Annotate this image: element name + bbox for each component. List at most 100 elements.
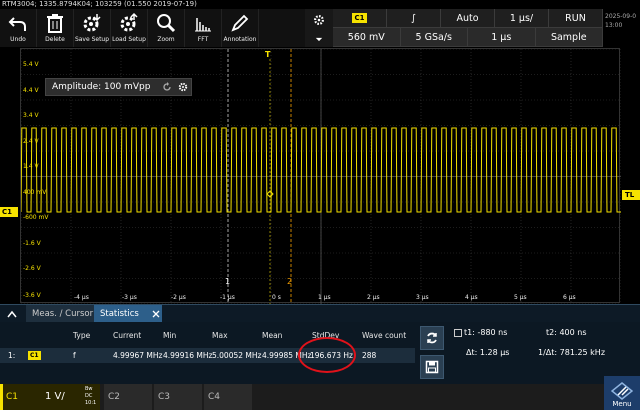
y-tick-label: -1.6 V	[23, 240, 41, 247]
statistics-panel: Type Current Min Max Mean StdDev Wave co…	[0, 322, 640, 384]
y-tick-label: 4.4 V	[23, 87, 39, 94]
y-tick-label: 3.4 V	[23, 112, 39, 119]
x-tick-label: 4 µs	[465, 294, 478, 301]
save-setup-button[interactable]: Save Setup	[74, 9, 111, 47]
trigger-mode[interactable]: Auto	[441, 9, 495, 28]
fft-label: FFT	[197, 36, 209, 43]
trash-icon	[47, 14, 63, 33]
acquisition-settings: C1 ∫ Auto 1 µs/ RUN 560 mV 5 GSa/s 1 µs …	[333, 9, 603, 47]
record-time[interactable]: 1 µs	[468, 28, 536, 47]
row-min: 4.99916 MHz	[163, 351, 213, 360]
y-tick-label: 2.4 V	[23, 138, 39, 145]
reset-icon[interactable]	[159, 82, 175, 92]
x-tick-label: 3 µs	[416, 294, 429, 301]
menu-button[interactable]: Menu	[604, 376, 640, 410]
run-state[interactable]: RUN	[549, 9, 603, 28]
reset-statistics-button[interactable]	[420, 326, 444, 350]
annotation-button[interactable]: Annotation	[222, 9, 259, 47]
header-title: RTM3004; 1335.8794K04; 103259 (01.550 20…	[2, 0, 197, 8]
undo-button[interactable]: Undo	[0, 9, 37, 47]
row-type: f	[73, 351, 76, 360]
c1-name: C1	[6, 392, 19, 402]
row-index: 1:	[8, 351, 16, 360]
gear-icon[interactable]	[175, 82, 191, 92]
cursor-t2: t2: 400 ns	[546, 328, 587, 337]
refresh-icon	[427, 332, 437, 344]
close-icon[interactable]	[150, 307, 162, 321]
channel-offset-marker[interactable]: C1	[0, 207, 18, 217]
y-tick-label: -600 mV	[23, 214, 49, 221]
row-max: 5.00052 MHz	[212, 351, 262, 360]
row-wave-count: 288	[362, 351, 377, 360]
save-statistics-button[interactable]	[420, 355, 444, 379]
trigger-slope[interactable]: ∫	[387, 9, 441, 28]
y-tick-label: 5.4 V	[23, 61, 39, 68]
load-setup-icon	[120, 12, 138, 32]
time-per-div[interactable]: 1 µs/	[495, 9, 549, 28]
x-tick-label: -4 µs	[74, 294, 89, 301]
x-tick-label: 2 µs	[367, 294, 380, 301]
c1-coupling: Bw DC 10:1	[85, 386, 97, 406]
fft-icon	[195, 18, 211, 32]
undo-label: Undo	[10, 36, 26, 43]
channel-c1-button[interactable]: C1 1 V/ Bw DC 10:1	[0, 384, 100, 410]
fft-button[interactable]: FFT	[185, 9, 222, 47]
channel-c3-button[interactable]: C3	[154, 384, 202, 410]
settings-gear-area	[305, 9, 333, 47]
y-tick-label: 1.4 V	[23, 163, 39, 170]
menu-label: Menu	[612, 400, 632, 408]
x-tick-label: 6 µs	[563, 294, 576, 301]
chevron-down-icon[interactable]	[315, 37, 323, 42]
load-setup-button[interactable]: Load Setup	[111, 9, 148, 47]
trigger-level-marker[interactable]: TL	[622, 190, 640, 200]
toolbar: Undo Delete Save Setup Load Setup Zoom F…	[0, 9, 305, 47]
zoom-button[interactable]: Zoom	[148, 9, 185, 47]
cursor-t1: t1: -880 ns	[464, 328, 508, 337]
tab-meas-cursor[interactable]: Meas. / Cursor	[26, 305, 94, 323]
trigger-source[interactable]: C1	[333, 9, 387, 28]
channel-bar: C1 1 V/ Bw DC 10:1 C2 C3 C4	[0, 384, 640, 410]
acquisition-mode[interactable]: Sample	[535, 28, 603, 47]
row-channel-badge: C1	[28, 351, 41, 360]
col-header-mean: Mean	[262, 331, 283, 340]
col-header-type: Type	[73, 331, 91, 340]
save-setup-icon	[83, 14, 101, 32]
stddev-highlight-annotation	[298, 337, 356, 373]
x-tick-label: 5 µs	[514, 294, 527, 301]
x-tick-label: -1 µs	[220, 294, 235, 301]
zoom-icon	[157, 14, 176, 33]
c1-scale: 1 V/	[45, 391, 65, 402]
delete-label: Delete	[45, 36, 65, 43]
cursor-delta-t: Δt: 1.28 µs	[466, 348, 510, 357]
undo-icon	[8, 17, 26, 31]
y-tick-label: -3.6 V	[23, 292, 41, 299]
amplitude-popup[interactable]: Amplitude: 100 mVpp	[45, 78, 192, 96]
col-header-wave-count: Wave count	[362, 331, 407, 340]
cursor1-label[interactable]: 1	[225, 277, 230, 286]
t1-checkbox[interactable]	[454, 328, 462, 337]
gear-icon[interactable]	[313, 14, 325, 26]
statistics-table: Type Current Min Max Mean StdDev Wave co…	[0, 322, 415, 382]
channel-c4-button[interactable]: C4	[204, 384, 252, 410]
collapse-icon[interactable]	[3, 307, 21, 321]
x-tick-label: -2 µs	[171, 294, 186, 301]
annotation-label: Annotation	[223, 36, 257, 43]
zoom-label: Zoom	[157, 36, 175, 43]
rs-logo-icon	[611, 382, 633, 400]
pen-icon	[231, 14, 249, 32]
col-header-min: Min	[163, 331, 177, 340]
save-setup-label: Save Setup	[74, 36, 110, 43]
amplitude-text: Amplitude: 100 mVpp	[52, 82, 151, 92]
channel-c2-button[interactable]: C2	[104, 384, 152, 410]
trigger-position-marker[interactable]: T	[265, 50, 270, 59]
time-text: 13:00	[605, 22, 623, 29]
delete-button[interactable]: Delete	[37, 9, 74, 47]
sample-rate[interactable]: 5 GSa/s	[400, 28, 468, 47]
cursor2-label[interactable]: 2	[287, 277, 292, 286]
vertical-scale[interactable]: 560 mV	[333, 28, 401, 47]
load-setup-label: Load Setup	[112, 36, 146, 43]
y-tick-label: -2.6 V	[23, 265, 41, 272]
x-tick-label: -3 µs	[122, 294, 137, 301]
cursor-readout: t1: -880 ns t2: 400 ns Δt: 1.28 µs 1/Δt:…	[452, 322, 640, 382]
row-current: 4.99967 MHz	[113, 351, 163, 360]
